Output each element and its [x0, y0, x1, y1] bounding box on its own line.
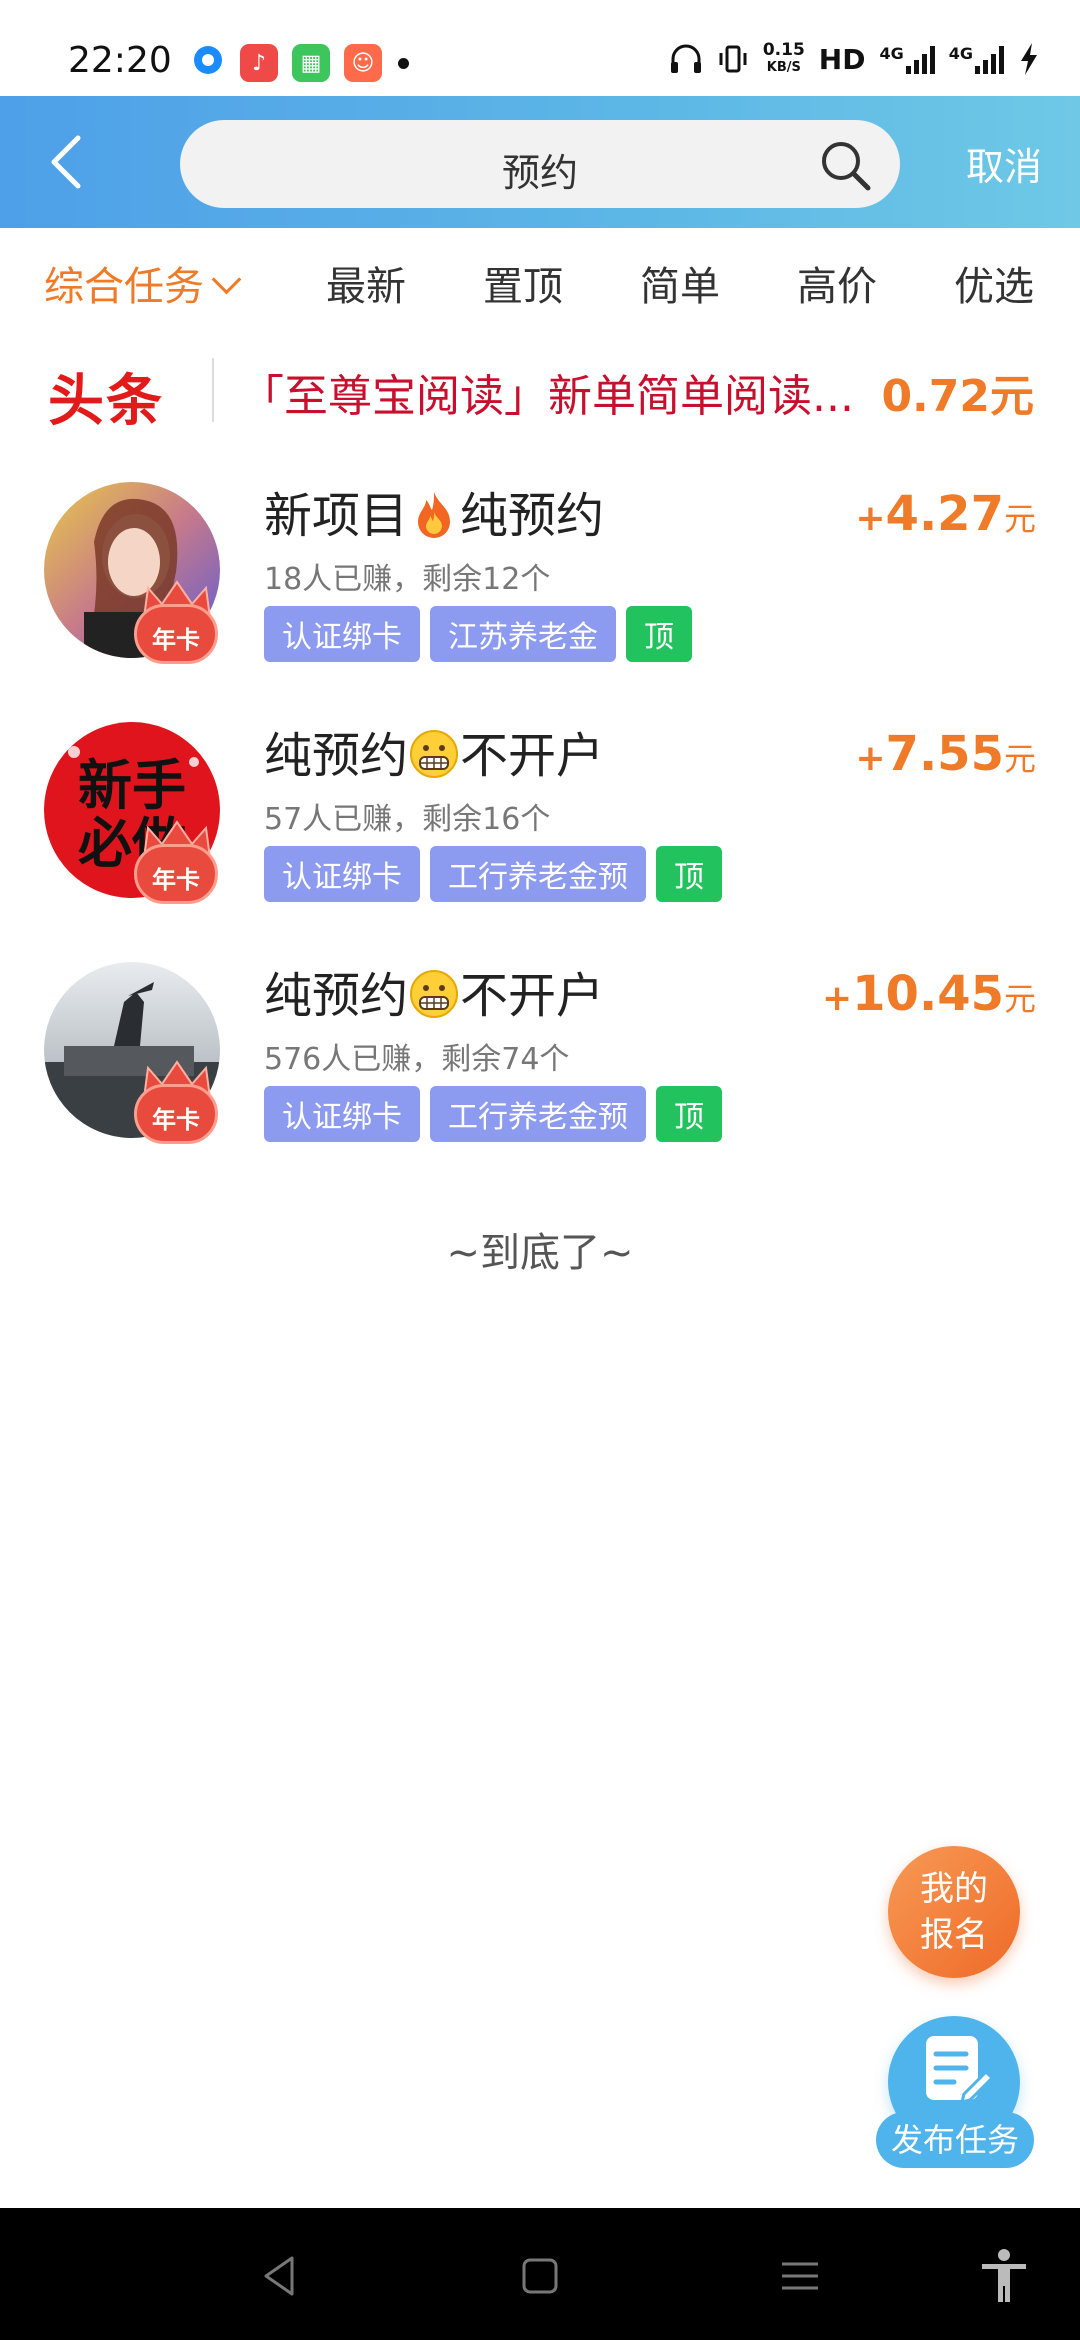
my-signups-line-1: 我的 — [920, 1869, 988, 1909]
task-item[interactable]: 新手必做 年卡 纯预约 不开户 57人已赚，剩余16个 认证绑卡 工行养老金预 … — [0, 698, 1080, 908]
price-plus: + — [821, 978, 853, 1019]
end-of-list-text: ~到底了~ — [446, 1230, 634, 1276]
status-right-group: 0.15 KB/S HD 4G 4G — [669, 42, 1040, 76]
search-icon[interactable] — [818, 138, 874, 194]
shop-notification-icon: ▦ — [292, 44, 330, 82]
pinned-tag: 顶 — [656, 846, 722, 902]
tab-comprehensive[interactable]: 综合任务 — [44, 254, 242, 312]
tag-label: 认证绑卡 — [264, 846, 420, 902]
task-title: 新项目 纯预约 — [264, 476, 604, 546]
fire-icon — [418, 492, 451, 538]
headline-price: 0.72元 — [881, 371, 1034, 422]
task-meta: 57人已赚，剩余16个 — [264, 802, 551, 837]
hd-label: HD — [818, 42, 866, 76]
price-unit: 元 — [1003, 980, 1036, 1018]
my-signups-line-2: 报名 — [920, 1915, 988, 1955]
network-type-2: 4G — [948, 44, 973, 63]
tag-label: 工行养老金预 — [430, 846, 646, 902]
tab-high-price[interactable]: 高价 — [797, 254, 877, 312]
tab-comprehensive-label: 综合任务 — [44, 264, 204, 310]
signal-1-icon: 4G — [879, 44, 935, 74]
annual-card-badge: 年卡 — [134, 844, 218, 904]
tag-label: 江苏养老金 — [430, 606, 616, 662]
chevron-down-icon — [211, 264, 242, 295]
pinned-tag: 顶 — [626, 606, 692, 662]
nav-recents-icon[interactable] — [776, 2252, 824, 2300]
task-price: +4.27元 — [855, 486, 1036, 542]
more-notifications-dot — [398, 58, 409, 69]
price-unit: 元 — [1003, 500, 1036, 538]
music-notification-icon: ♪ — [240, 44, 278, 82]
tag-label: 工行养老金预 — [430, 1086, 646, 1142]
grimacing-face-icon — [410, 730, 459, 778]
task-meta: 18人已赚，剩余12个 — [264, 562, 551, 597]
search-input[interactable]: 预约 — [180, 120, 900, 208]
tag-label: 认证绑卡 — [264, 1086, 420, 1142]
task-title: 纯预约 不开户 — [264, 956, 604, 1026]
nav-back-icon[interactable] — [256, 2252, 304, 2300]
task-tags: 认证绑卡 工行养老金预 顶 — [264, 846, 722, 902]
task-price: +7.55元 — [855, 726, 1036, 782]
pinned-tag: 顶 — [656, 1086, 722, 1142]
headline-divider — [212, 358, 214, 422]
browser-notification-icon — [194, 46, 222, 74]
task-title-part-2: 不开户 — [460, 728, 605, 784]
status-time: 22:20 — [68, 40, 172, 81]
network-speed-value: 0.15 — [762, 40, 805, 60]
price-value: 4.27 — [885, 486, 1004, 542]
search-query: 预约 — [501, 151, 578, 195]
people-notification-icon: ☺ — [344, 44, 382, 82]
tag-label: 认证绑卡 — [264, 606, 420, 662]
task-title-part-1: 新项目 — [264, 488, 409, 544]
task-price: +10.45元 — [822, 966, 1036, 1022]
tab-simple[interactable]: 简单 — [640, 254, 720, 312]
network-speed: 0.15 KB/S — [763, 42, 805, 76]
grimacing-face-icon — [410, 970, 459, 1018]
price-value: 10.45 — [852, 966, 1004, 1022]
headphone-icon — [670, 44, 701, 73]
vibrate-icon — [719, 45, 747, 73]
network-speed-unit: KB/S — [766, 60, 801, 75]
price-plus: + — [855, 738, 886, 779]
nav-home-icon[interactable] — [516, 2252, 564, 2300]
task-item[interactable]: 年卡 新项目 纯预约 18人已赚，剩余12个 认证绑卡 江苏养老金 顶 +4.2… — [0, 458, 1080, 668]
price-plus: + — [855, 498, 886, 539]
task-tags: 认证绑卡 工行养老金预 顶 — [264, 1086, 722, 1142]
headline-logo: 头条 — [48, 369, 164, 434]
task-title: 纯预约 不开户 — [264, 716, 604, 786]
cancel-button[interactable]: 取消 — [966, 136, 1042, 191]
tab-featured[interactable]: 优选 — [954, 254, 1034, 312]
tab-latest[interactable]: 最新 — [326, 254, 406, 312]
task-title-part-2: 不开户 — [460, 968, 605, 1024]
task-item[interactable]: 年卡 纯预约 不开户 576人已赚，剩余74个 认证绑卡 工行养老金预 顶 +1… — [0, 938, 1080, 1148]
status-bar: 22:20 ♪ ▦ ☺ 0.15 KB/S HD 4G 4G — [0, 0, 1080, 96]
task-meta: 576人已赚，剩余74个 — [264, 1042, 570, 1077]
price-value: 7.55 — [885, 726, 1004, 782]
annual-card-badge: 年卡 — [134, 1084, 218, 1144]
network-type-1: 4G — [879, 44, 904, 63]
annual-card-badge: 年卡 — [134, 604, 218, 664]
accessibility-icon[interactable] — [978, 2248, 1030, 2304]
headline-text: 「至尊宝阅读」新单简单阅读... — [240, 371, 854, 422]
task-title-part-1: 纯预约 — [264, 728, 409, 784]
my-signups-button[interactable]: 我的 报名 — [888, 1846, 1020, 1978]
back-arrow-icon[interactable] — [40, 132, 100, 192]
app-header: 预约 取消 — [0, 96, 1080, 228]
task-title-part-2: 纯预约 — [460, 488, 605, 544]
headline-banner[interactable]: 头条 「至尊宝阅读」新单简单阅读... 0.72元 — [0, 352, 1080, 434]
charging-icon — [1021, 43, 1037, 75]
task-title-part-1: 纯预约 — [264, 968, 409, 1024]
price-unit: 元 — [1003, 740, 1036, 778]
task-tags: 认证绑卡 江苏养老金 顶 — [264, 606, 692, 662]
category-tabs: 综合任务 最新 置顶 简单 高价 优选 — [0, 228, 1080, 332]
system-nav-bar — [0, 2208, 1080, 2340]
tab-pinned[interactable]: 置顶 — [483, 254, 563, 312]
signal-2-icon: 4G — [949, 44, 1004, 74]
publish-task-label[interactable]: 发布任务 — [876, 2112, 1034, 2168]
